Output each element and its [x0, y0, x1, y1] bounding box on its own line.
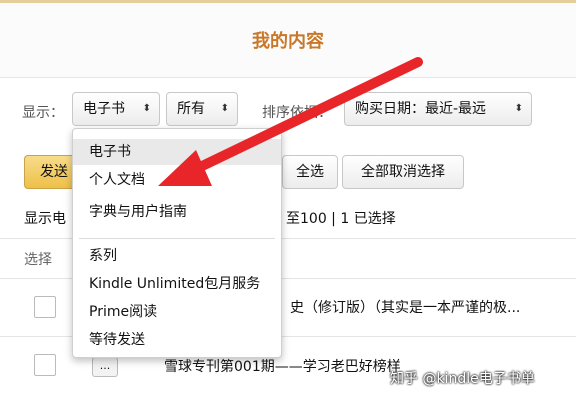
content-type-select[interactable]: 电子书 ⬍ — [72, 92, 160, 126]
deselect-all-button[interactable]: 全部取消选择 — [342, 155, 464, 189]
dropdown-item-ebooks[interactable]: 电子书 — [73, 139, 281, 165]
up-down-caret-icon: ⬍ — [220, 103, 229, 114]
row-more-button[interactable]: ... — [92, 357, 118, 377]
scope-value: 所有 — [177, 101, 205, 117]
sort-select[interactable]: 购买日期：最近-最远 ⬍ — [344, 92, 532, 126]
table-row-title[interactable]: 史（修订版）（其实是一本严谨的极... — [290, 297, 520, 317]
dropdown-item-pending[interactable]: 等待发送 — [73, 327, 281, 353]
up-down-caret-icon: ⬍ — [142, 103, 151, 114]
select-column-header: 选择 — [24, 252, 52, 268]
dropdown-separator — [79, 238, 275, 239]
sort-value: 购买日期：最近-最远 — [355, 101, 487, 117]
select-all-button[interactable]: 全选 — [282, 155, 338, 189]
row-checkbox[interactable] — [34, 296, 56, 318]
dropdown-item-kindle-unlimited[interactable]: Kindle Unlimited包月服务 — [73, 271, 281, 297]
scope-select[interactable]: 所有 ⬍ — [166, 92, 238, 126]
summary-prefix: 显示电 — [24, 211, 66, 227]
table-row-title[interactable]: 雪球专刊第001期——学习老巴好榜样 — [164, 356, 401, 376]
watermark: 知乎 @kindle电子书单 — [390, 371, 535, 387]
dropdown-item-dictionaries[interactable]: 字典与用户指南 — [73, 199, 281, 225]
up-down-caret-icon: ⬍ — [514, 103, 523, 114]
sort-label: 排序依据： — [262, 105, 332, 121]
dropdown-item-series[interactable]: 系列 — [73, 243, 281, 269]
content-type-dropdown: 电子书 个人文档 字典与用户指南 系列 Kindle Unlimited包月服务… — [72, 128, 282, 358]
content-type-value: 电子书 — [83, 101, 125, 117]
dropdown-item-prime-reading[interactable]: Prime阅读 — [73, 299, 281, 325]
dropdown-item-personal-docs[interactable]: 个人文档 — [73, 167, 281, 193]
row-checkbox[interactable] — [34, 354, 56, 376]
page-title: 我的内容 — [252, 31, 324, 52]
summary-range: 至100 | 1 已选择 — [286, 211, 396, 227]
page-header: 我的内容 — [0, 0, 576, 78]
show-label: 显示： — [22, 105, 64, 121]
